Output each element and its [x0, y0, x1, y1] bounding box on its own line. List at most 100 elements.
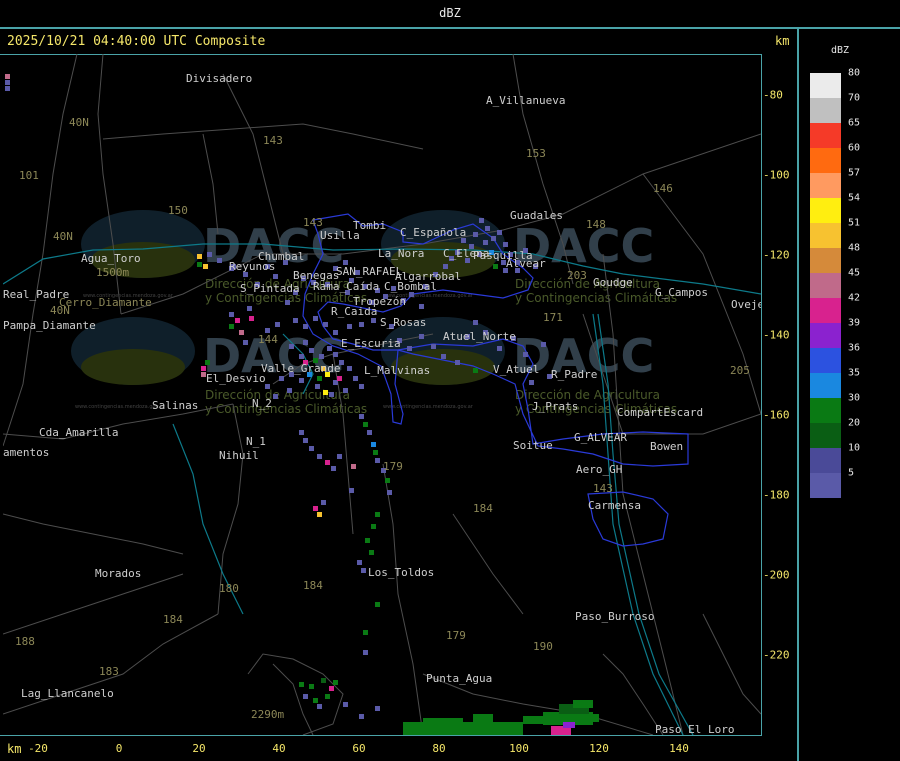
route-number: 203 [567, 269, 587, 282]
place-label: J_Prats [532, 400, 579, 413]
watermark-url-text: www.contingencias.mendoza.gov.ar [383, 404, 474, 410]
window-title: dBZ [439, 6, 461, 20]
place-label: 101 [19, 169, 39, 182]
echo-pixel [229, 312, 234, 317]
echo-band [473, 714, 493, 722]
echo-pixel [367, 430, 372, 435]
echo-pixel [493, 264, 498, 269]
echo-pixel [235, 318, 240, 323]
place-label: SAN_RAFAEL [336, 265, 403, 278]
echo-pixel [359, 322, 364, 327]
x-tick-label: 40 [272, 742, 286, 755]
legend-swatch [810, 248, 841, 273]
echo-pixel [321, 678, 326, 683]
y-tick-label: -100 [763, 168, 790, 182]
echo-pixel [273, 394, 278, 399]
echo-pixel [523, 352, 528, 357]
echo-pixel [243, 340, 248, 345]
echo-pixel [265, 384, 270, 389]
boundary-line [272, 663, 314, 735]
place-label: Real_Padre [3, 288, 70, 301]
route-number: 205 [730, 364, 750, 377]
legend-label: 51 [848, 217, 861, 229]
place-label: R_Caida [331, 305, 378, 318]
place-label: Punta_Agua [426, 672, 493, 685]
echo-pixel [361, 568, 366, 573]
legend-swatch [810, 148, 841, 173]
echo-pixel [289, 344, 294, 349]
legend-swatch [810, 223, 841, 248]
echo-pixel [247, 306, 252, 311]
echo-pixel [317, 376, 322, 381]
place-label: C_Bombal [384, 280, 437, 293]
echo-pixel [349, 488, 354, 493]
echo-band [563, 722, 575, 728]
echo-pixel [347, 366, 352, 371]
legend-label: 39 [848, 317, 861, 329]
echo-pixel [359, 714, 364, 719]
legend-label: 35 [848, 367, 861, 379]
watermark-line1: Dirección de Agricultura [515, 277, 660, 291]
echo-pixel [303, 438, 308, 443]
echo-pixel [331, 466, 336, 471]
echo-pixel [351, 464, 356, 469]
legend-label: 30 [848, 392, 861, 404]
legend-label: 65 [848, 117, 861, 129]
legend-label: 57 [848, 167, 861, 179]
echo-pixel [337, 376, 342, 381]
echo-pixel [313, 698, 318, 703]
echo-pixel [473, 232, 478, 237]
route-number: 183 [99, 665, 119, 678]
place-label: N_1 [246, 435, 266, 448]
echo-pixel [407, 346, 412, 351]
y-tick-label: -200 [763, 568, 790, 582]
echo-pixel [485, 226, 490, 231]
legend-label: 60 [848, 142, 861, 154]
echo-pixel [333, 680, 338, 685]
place-label: Rama_Caída [313, 280, 380, 293]
legend-label: 20 [848, 417, 861, 429]
x-tick-label: 20 [192, 742, 206, 755]
echo-pixel [317, 512, 322, 517]
place-label: G_Campos [655, 286, 708, 299]
legend-swatch [810, 323, 841, 348]
y-tick-label: -220 [763, 648, 790, 662]
echo-pixel [387, 490, 392, 495]
echo-pixel [299, 354, 304, 359]
echo-pixel [323, 390, 328, 395]
echo-pixel [503, 242, 508, 247]
legend-swatch [810, 448, 841, 473]
frame-top-line [0, 27, 900, 29]
place-label: CompartEscard [617, 406, 704, 419]
echo-pixel [303, 340, 308, 345]
route-number: 146 [653, 182, 673, 195]
route-number: 188 [15, 635, 35, 648]
echo-pixel [317, 704, 322, 709]
echo-band [423, 718, 463, 724]
boundary-line [452, 513, 524, 615]
legend-label: 80 [848, 67, 861, 79]
echo-pixel [327, 346, 332, 351]
place-label: Guadales [510, 209, 563, 222]
echo-pixel [375, 512, 380, 517]
x-tick-label: 60 [352, 742, 366, 755]
echo-pixel [333, 330, 338, 335]
radar-map[interactable]: DACC DACC DACC DACC Dirección de Agricul… [3, 54, 761, 735]
boundary-line [702, 613, 761, 715]
echo-pixel [371, 318, 376, 323]
place-label: Paso_El_Loro [655, 723, 735, 735]
echo-pixel [309, 446, 314, 451]
route-number: 153 [526, 147, 546, 160]
place-label: Valle_Grande [261, 362, 341, 375]
frame-divider-line [797, 27, 799, 761]
echo-pixel [303, 324, 308, 329]
legend-swatch [810, 173, 841, 198]
legend-label: 48 [848, 242, 861, 254]
place-label: A_Villanueva [486, 94, 566, 107]
place-label: Nihuil [219, 449, 259, 462]
echo-pixel [371, 524, 376, 529]
place-label: Los_Toldos [368, 566, 435, 579]
route-number: 171 [543, 311, 563, 324]
echo-pixel [333, 352, 338, 357]
place-label: El_Desvio [206, 372, 266, 385]
